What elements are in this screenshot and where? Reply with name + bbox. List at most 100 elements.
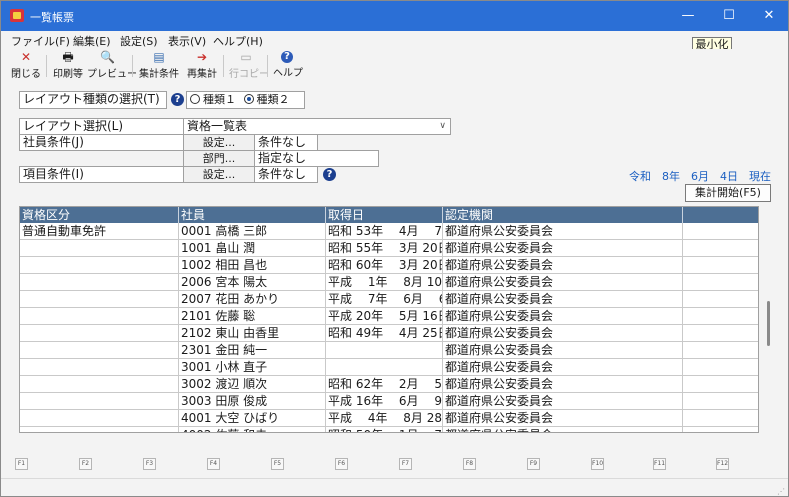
item-setting-button[interactable]: 設定... xyxy=(183,166,255,183)
menu-view[interactable]: 表示(V) xyxy=(168,33,206,49)
help-icon[interactable]: ? xyxy=(323,168,336,181)
help-icon[interactable]: ? xyxy=(171,93,184,106)
table-cell[interactable] xyxy=(20,427,179,432)
table-cell[interactable]: 平成 7年 6月 6日 xyxy=(326,291,443,308)
table-cell[interactable]: 都道府県公安委員会 xyxy=(443,359,683,376)
table-cell[interactable] xyxy=(683,257,758,274)
table-cell[interactable]: 1002 相田 昌也 xyxy=(179,257,326,274)
menu-help[interactable]: ヘルプ(H) xyxy=(213,33,263,49)
toolbar-help-button[interactable]: ? ヘルプ xyxy=(273,51,303,79)
table-cell[interactable]: 4002 佐藤 和夫 xyxy=(179,427,326,432)
toolbar-close-button[interactable]: ✕ 閉じる xyxy=(11,51,41,81)
table-cell[interactable]: 平成 1年 8月 10日 xyxy=(326,274,443,291)
table-cell[interactable] xyxy=(20,308,179,325)
table-cell[interactable]: 3001 小林 直子 xyxy=(179,359,326,376)
toolbar-row-copy-button[interactable]: ▭ 行コピー xyxy=(229,51,269,81)
table-cell[interactable]: 平成 16年 6月 9日 xyxy=(326,393,443,410)
table-cell[interactable]: 4001 大空 ひばり xyxy=(179,410,326,427)
table-cell[interactable] xyxy=(20,257,179,274)
table-cell[interactable]: 都道府県公安委員会 xyxy=(443,325,683,342)
function-key-f7-button[interactable]: F7 xyxy=(399,458,412,470)
column-header[interactable] xyxy=(683,207,758,223)
table-cell[interactable]: 2007 花田 あかり xyxy=(179,291,326,308)
table-cell[interactable] xyxy=(683,223,758,240)
column-header[interactable]: 社員 xyxy=(179,207,326,223)
menu-edit[interactable]: 編集(E) xyxy=(73,33,111,49)
table-cell[interactable] xyxy=(20,274,179,291)
table-cell[interactable] xyxy=(326,342,443,359)
table-cell[interactable]: 昭和 49年 4月 25日 xyxy=(326,325,443,342)
toolbar-recalc-button[interactable]: ➔ 再集計 xyxy=(184,51,220,81)
table-cell[interactable] xyxy=(20,240,179,257)
layout-select-dropdown[interactable]: 資格一覧表 ∨ xyxy=(183,118,451,135)
close-window-button[interactable]: ✕ xyxy=(746,1,788,31)
table-cell[interactable] xyxy=(683,393,758,410)
layout-type-option1-radio[interactable]: 種類１ xyxy=(190,93,236,106)
menu-settings[interactable]: 設定(S) xyxy=(120,33,158,49)
table-cell[interactable]: 1001 畠山 潤 xyxy=(179,240,326,257)
table-cell[interactable] xyxy=(20,376,179,393)
table-cell[interactable] xyxy=(326,359,443,376)
vertical-scrollbar[interactable] xyxy=(765,206,773,433)
table-cell[interactable] xyxy=(20,325,179,342)
table-cell[interactable]: 都道府県公安委員会 xyxy=(443,410,683,427)
function-key-f3-button[interactable]: F3 xyxy=(143,458,156,470)
table-cell[interactable] xyxy=(20,410,179,427)
table-cell[interactable] xyxy=(683,376,758,393)
table-cell[interactable] xyxy=(20,393,179,410)
table-cell[interactable]: 普通自動車免許 xyxy=(20,223,179,240)
table-cell[interactable]: 平成 4年 8月 28日 xyxy=(326,410,443,427)
table-cell[interactable] xyxy=(683,410,758,427)
table-cell[interactable]: 0001 高橋 三郎 xyxy=(179,223,326,240)
table-cell[interactable]: 都道府県公安委員会 xyxy=(443,427,683,432)
table-cell[interactable]: 都道府県公安委員会 xyxy=(443,393,683,410)
scrollbar-thumb[interactable] xyxy=(767,301,770,346)
table-cell[interactable]: 昭和 53年 4月 7日 xyxy=(326,223,443,240)
table-cell[interactable]: 2006 宮本 陽太 xyxy=(179,274,326,291)
run-aggregate-button[interactable]: 集計開始(F5) xyxy=(685,184,771,202)
table-cell[interactable] xyxy=(683,291,758,308)
table-cell[interactable] xyxy=(20,291,179,308)
table-cell[interactable]: 昭和 55年 3月 20日 xyxy=(326,240,443,257)
table-cell[interactable]: 都道府県公安委員会 xyxy=(443,308,683,325)
table-cell[interactable]: 2301 金田 純一 xyxy=(179,342,326,359)
function-key-f6-button[interactable]: F6 xyxy=(335,458,348,470)
toolbar-preview-button[interactable]: 🔍 プレビュー xyxy=(87,51,137,81)
column-header[interactable]: 取得日 xyxy=(326,207,443,223)
column-header[interactable]: 認定機関 xyxy=(443,207,683,223)
function-key-f10-button[interactable]: F10 xyxy=(591,458,604,470)
table-cell[interactable]: 都道府県公安委員会 xyxy=(443,342,683,359)
table-cell[interactable] xyxy=(683,240,758,257)
table-cell[interactable] xyxy=(683,274,758,291)
table-cell[interactable] xyxy=(20,359,179,376)
function-key-f9-button[interactable]: F9 xyxy=(527,458,540,470)
function-key-f5-button[interactable]: F5 xyxy=(271,458,284,470)
table-cell[interactable]: 都道府県公安委員会 xyxy=(443,274,683,291)
table-cell[interactable]: 都道府県公安委員会 xyxy=(443,376,683,393)
function-key-f4-button[interactable]: F4 xyxy=(207,458,220,470)
toolbar-print-button[interactable]: 🖶 印刷等 xyxy=(51,51,85,81)
toolbar-condition-button[interactable]: ▤ 集計条件 xyxy=(137,51,181,81)
table-cell[interactable]: 都道府県公安委員会 xyxy=(443,240,683,257)
table-cell[interactable] xyxy=(683,308,758,325)
table-cell[interactable]: 平成 20年 5月 16日 xyxy=(326,308,443,325)
table-cell[interactable] xyxy=(683,427,758,432)
table-cell[interactable]: 昭和 60年 3月 20日 xyxy=(326,257,443,274)
employee-setting-button[interactable]: 設定... xyxy=(183,134,255,151)
table-cell[interactable]: 都道府県公安委員会 xyxy=(443,291,683,308)
department-button[interactable]: 部門... xyxy=(183,150,255,167)
layout-type-option2-radio[interactable]: 種類２ xyxy=(243,93,290,106)
table-cell[interactable]: 昭和 50年 1月 7日 xyxy=(326,427,443,432)
table-cell[interactable]: 昭和 62年 2月 5日 xyxy=(326,376,443,393)
menu-file[interactable]: ファイル(F) xyxy=(11,33,70,49)
minimize-button[interactable]: — xyxy=(665,1,711,31)
table-cell[interactable]: 3003 田原 俊成 xyxy=(179,393,326,410)
table-cell[interactable]: 3002 渡辺 順次 xyxy=(179,376,326,393)
table-cell[interactable]: 都道府県公安委員会 xyxy=(443,257,683,274)
function-key-f1-button[interactable]: F1 xyxy=(15,458,28,470)
function-key-f2-button[interactable]: F2 xyxy=(79,458,92,470)
column-header[interactable]: 資格区分 xyxy=(20,207,179,223)
table-cell[interactable] xyxy=(683,342,758,359)
function-key-f8-button[interactable]: F8 xyxy=(463,458,476,470)
resize-grip-icon[interactable]: ⋰ xyxy=(777,487,785,496)
